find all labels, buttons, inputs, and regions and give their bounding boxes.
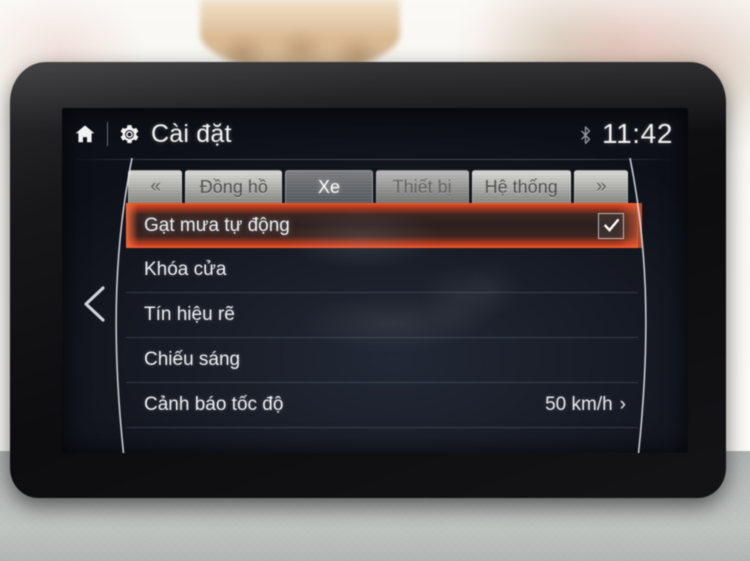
checkbox-gat-mua-tu-dong[interactable] [598,212,624,239]
header-separator-line [76,159,674,160]
back-button[interactable] [78,284,112,324]
header-right-group: 11:42 [580,118,673,150]
screen-header: Cài đặt 11:42 [62,108,688,160]
tab-next-label: » [596,176,607,197]
tab-next-button[interactable]: » [573,170,628,203]
tab-he-thong[interactable]: Hệ thống [471,170,571,203]
list-item-label: Gạt mưa tự động [144,214,290,236]
tab-prev-label: « [150,176,161,197]
check-icon [603,218,619,233]
list-item-label: Tín hiệu rẽ [144,304,235,325]
bluetooth-icon [580,125,591,144]
tab-label: Hệ thống [484,176,558,197]
screenshot-scene: Cài đặt 11:42 « Đồng hồ Xe Thiết bị Hệ t… [0,0,750,561]
list-item-tin-hieu-re[interactable]: Tín hiệu rẽ [126,293,638,338]
header-left-group: Cài đặt [74,120,232,149]
settings-list: Gạt mưa tự động Khóa cửa Tín hiệu rẽ Chi… [126,203,642,428]
list-item-label: Khóa cửa [144,259,227,280]
back-chevron-icon [84,286,105,322]
tab-label: Xe [317,176,340,197]
list-item-khoa-cua[interactable]: Khóa cửa [126,248,638,293]
tab-label: Đồng hồ [199,176,268,197]
tab-thiet-bi[interactable]: Thiết bị [375,170,469,203]
list-item-label: Chiếu sáng [144,349,241,370]
list-item-value: 50 km/h [545,394,613,415]
list-item-label: Cảnh báo tốc độ [144,394,284,415]
page-title: Cài đặt [151,119,232,148]
infotainment-screen: Cài đặt 11:42 « Đồng hồ Xe Thiết bị Hệ t… [62,108,688,453]
tab-bar: « Đồng hồ Xe Thiết bị Hệ thống » [128,170,628,203]
tab-label: Thiết bị [392,176,452,197]
gear-icon[interactable] [119,124,140,145]
list-item-value-group: 50 km/h › [545,394,630,416]
tab-prev-button[interactable]: « [128,170,183,203]
tab-xe[interactable]: Xe [285,170,373,203]
tab-dong-ho[interactable]: Đồng hồ [185,170,283,203]
chevron-right-icon: › [619,394,626,415]
list-item-chieu-sang[interactable]: Chiếu sáng [126,338,638,383]
home-icon[interactable] [74,123,96,145]
list-item-gat-mua-tu-dong[interactable]: Gạt mưa tự động [126,203,642,248]
header-divider [107,122,108,146]
clock: 11:42 [602,118,673,149]
list-item-canh-bao-toc-do[interactable]: Cảnh báo tốc độ 50 km/h › [126,383,638,428]
